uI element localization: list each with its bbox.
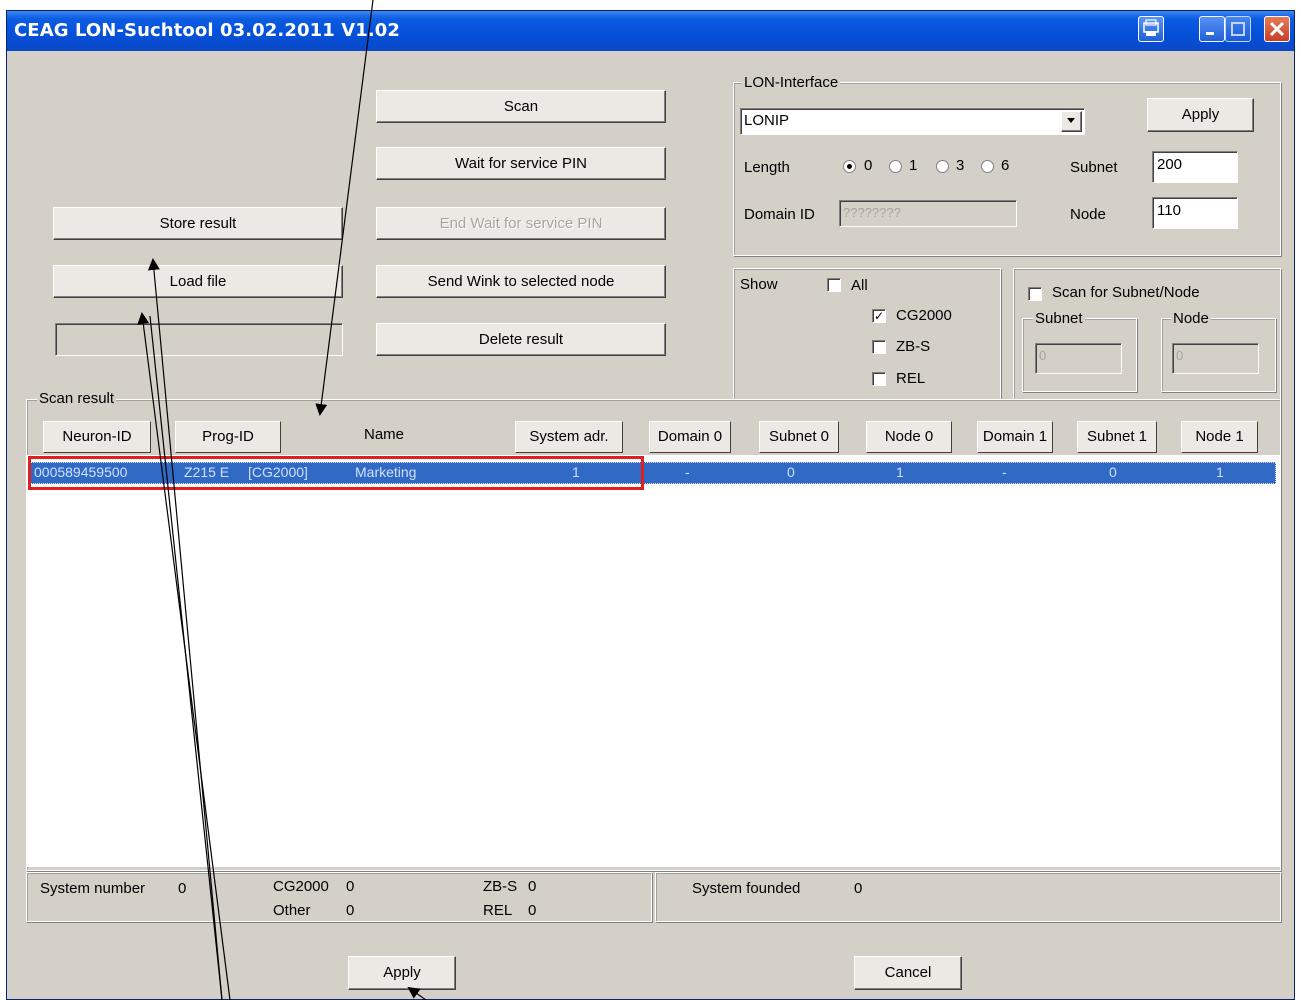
arrow-to-apply — [407, 986, 427, 1000]
arrow-to-file-field-2 — [149, 315, 223, 1000]
arrow-to-name-column — [315, 0, 374, 416]
arrow-to-store-result — [147, 258, 223, 1000]
annotation-arrows — [137, 0, 427, 1000]
